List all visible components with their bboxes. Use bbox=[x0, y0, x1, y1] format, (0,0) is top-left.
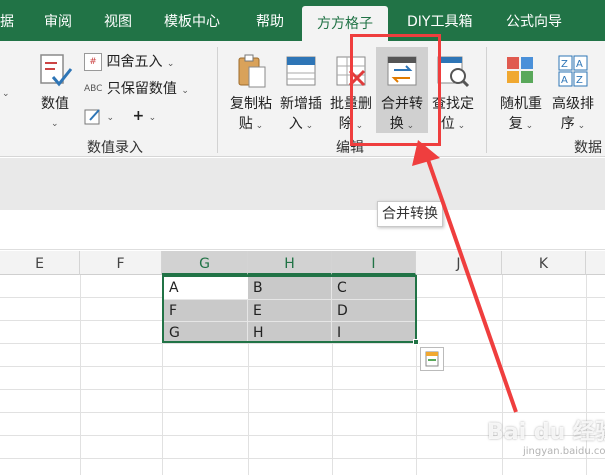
svg-text:A: A bbox=[561, 75, 568, 86]
copy-paste-label: 复制粘 bbox=[230, 96, 272, 112]
advanced-sort-label-2: 序 ⌄ bbox=[548, 113, 598, 137]
group-label-data: 数据 bbox=[574, 140, 602, 156]
abc-icon: ABC bbox=[84, 84, 103, 94]
tab-view[interactable]: 视图 bbox=[104, 0, 132, 41]
column-header-g[interactable]: G bbox=[162, 251, 248, 275]
plus-icon: + bbox=[132, 108, 145, 124]
chevron-down-icon: ⌄ bbox=[252, 121, 264, 131]
row-line bbox=[0, 389, 605, 390]
chevron-down-icon: ⌄ bbox=[302, 121, 314, 131]
tab-formula-wizard[interactable]: 公式向导 bbox=[506, 0, 562, 41]
numeric-button[interactable]: 数值 ⌄ bbox=[30, 49, 80, 133]
svg-text:Z: Z bbox=[576, 75, 583, 86]
watermark-url: jingyan.baidu.com bbox=[523, 446, 605, 457]
round-button[interactable]: # 四舍五入 ⌄ bbox=[84, 51, 174, 73]
row-line bbox=[0, 458, 605, 459]
group-separator bbox=[217, 47, 218, 153]
quick-analysis-icon[interactable] bbox=[420, 347, 444, 371]
random-repeat-label-2: 复 ⌄ bbox=[496, 113, 546, 137]
round-label: 四舍五入 bbox=[106, 54, 163, 70]
tab-data[interactable]: 据 bbox=[0, 0, 14, 41]
numeric-check-icon bbox=[40, 54, 73, 87]
tab-help[interactable]: 帮助 bbox=[256, 0, 284, 41]
selection-range bbox=[162, 275, 417, 343]
chevron-down-icon: ⌄ bbox=[148, 113, 157, 123]
formula-bar-area bbox=[0, 158, 605, 210]
column-headers: E F G H I J K bbox=[0, 251, 605, 275]
random-icon bbox=[507, 57, 533, 83]
chevron-down-icon: ⌄ bbox=[51, 119, 59, 129]
column-header-e[interactable]: E bbox=[0, 251, 80, 275]
tab-review[interactable]: 审阅 bbox=[44, 0, 72, 41]
chevron-down-icon: ⌄ bbox=[106, 113, 114, 123]
row-line bbox=[0, 343, 605, 344]
svg-text:Z: Z bbox=[561, 59, 568, 70]
numeric-button-label: 数值 bbox=[41, 96, 69, 112]
chevron-down-icon[interactable]: ⌄ bbox=[2, 89, 10, 99]
clipboard-icon bbox=[238, 54, 266, 88]
row-line bbox=[0, 412, 605, 413]
random-repeat-button[interactable]: 随机重 复 ⌄ bbox=[496, 49, 546, 133]
chevron-down-icon: ⌄ bbox=[181, 86, 189, 96]
merge-convert-tooltip: 合并转换 bbox=[377, 201, 443, 227]
group-separator bbox=[486, 47, 487, 153]
watermark-logo: Bai du 经验 bbox=[487, 420, 605, 445]
col-line bbox=[80, 275, 81, 475]
copy-paste-button[interactable]: 复制粘 贴 ⌄ bbox=[226, 49, 276, 133]
quick-analysis-glyph bbox=[425, 351, 439, 367]
group-label-numeric: 数值录入 bbox=[87, 140, 143, 156]
chevron-down-icon: ⌄ bbox=[166, 59, 175, 69]
chevron-down-icon: ⌄ bbox=[454, 121, 466, 131]
row-line bbox=[0, 366, 605, 367]
keep-values-button[interactable]: ABC 只保留数值 ⌄ bbox=[84, 78, 189, 100]
highlight-box bbox=[350, 34, 441, 146]
advanced-sort-button[interactable]: Z A A Z 高级排 序 ⌄ bbox=[548, 49, 598, 133]
keep-values-label: 只保留数值 bbox=[106, 81, 177, 97]
edit-pen-icon bbox=[84, 109, 100, 125]
advanced-sort-label: 高级排 bbox=[552, 96, 594, 112]
fill-handle[interactable] bbox=[413, 339, 419, 345]
chevron-down-icon: ⌄ bbox=[574, 121, 586, 131]
ribbon: ⌄ 数值 ⌄ # 四舍五入 ⌄ ABC 只保留数值 ⌄ ⌄ + ⌄ 数值录入 复… bbox=[0, 41, 605, 157]
round-icon: # bbox=[84, 53, 102, 71]
find-locate-line2: 位 bbox=[440, 116, 455, 132]
column-header-partial[interactable] bbox=[586, 251, 605, 275]
column-header-h[interactable]: H bbox=[248, 251, 332, 275]
insert-label: 新增插 bbox=[280, 96, 322, 112]
insert-label-2: 入 ⌄ bbox=[276, 113, 326, 137]
svg-text:A: A bbox=[576, 59, 583, 70]
advanced-sort-line2: 序 bbox=[560, 116, 575, 132]
tab-template-center[interactable]: 模板中心 bbox=[164, 0, 220, 41]
ribbon-tab-bar: 据 审阅 视图 模板中心 帮助 方方格子 DIY工具箱 公式向导 bbox=[0, 0, 605, 41]
sort-icon: Z A A Z bbox=[558, 55, 588, 87]
copy-paste-line2: 贴 bbox=[238, 116, 253, 132]
find-locate-icon bbox=[437, 56, 470, 88]
column-header-f[interactable]: F bbox=[80, 251, 162, 275]
edit-add-button[interactable]: ⌄ + ⌄ bbox=[84, 105, 156, 127]
formula-input-area[interactable] bbox=[0, 210, 605, 250]
column-header-j[interactable]: J bbox=[416, 251, 502, 275]
random-repeat-line2: 复 bbox=[508, 116, 523, 132]
insert-button[interactable]: 新增插 入 ⌄ bbox=[276, 49, 326, 133]
column-header-i[interactable]: I bbox=[332, 251, 416, 275]
copy-paste-label-2: 贴 ⌄ bbox=[226, 113, 276, 137]
insert-row-icon bbox=[286, 56, 316, 86]
column-header-k[interactable]: K bbox=[502, 251, 586, 275]
insert-line2: 入 bbox=[288, 116, 303, 132]
random-repeat-label: 随机重 bbox=[500, 96, 542, 112]
chevron-down-icon: ⌄ bbox=[522, 121, 534, 131]
